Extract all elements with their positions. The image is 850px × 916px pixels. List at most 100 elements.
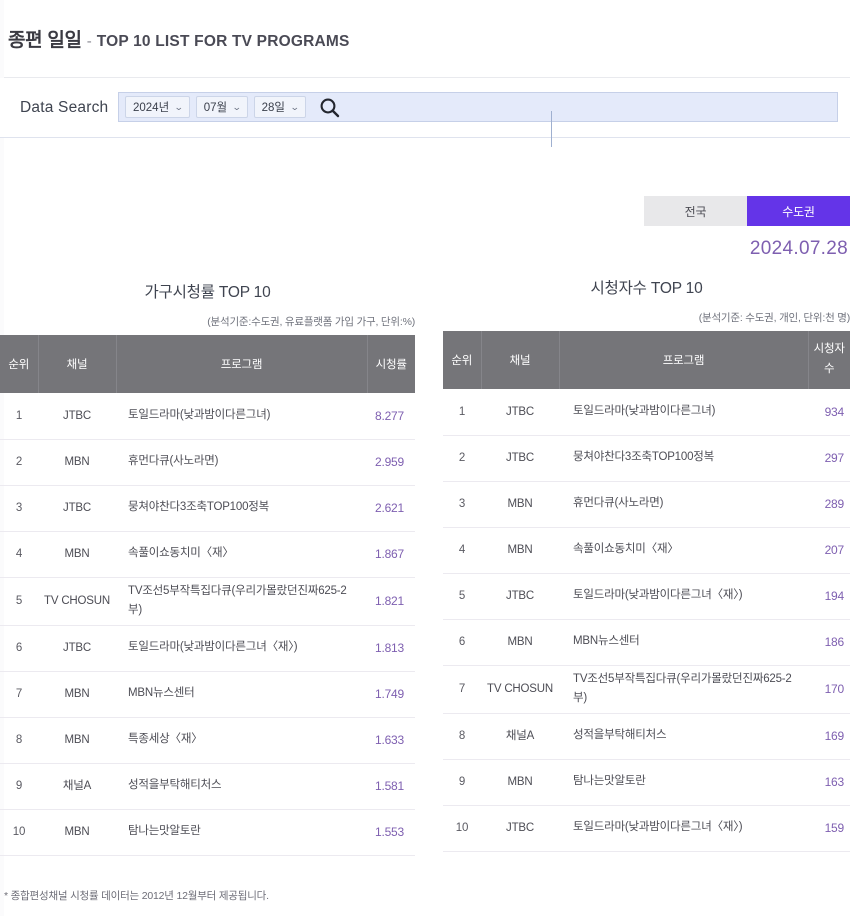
table-row[interactable]: 2 JTBC 뭉쳐야찬다3조축TOP100정복 297 [443, 435, 850, 482]
cell-channel: JTBC [481, 805, 559, 852]
cell-rank: 7 [0, 671, 38, 718]
cell-program: 속풀이쇼동치미〈재〉 [559, 527, 808, 574]
table-header-row: 순위 채널 프로그램 시청자 수 [443, 331, 850, 389]
cell-channel: JTBC [38, 625, 116, 672]
viewers-count-table-section: 시청자수 TOP 10 (분석기준: 수도권, 개인, 단위:천 명) 순위 채… [425, 276, 850, 856]
cell-rank: 6 [0, 625, 38, 672]
column-header-channel: 채널 [38, 335, 117, 393]
page-title: 종편 일일 - TOP 10 LIST FOR TV PROGRAMS [8, 25, 350, 52]
table-row[interactable]: 8 채널A 성적을부탁해티처스 169 [443, 713, 850, 760]
cell-program: 토일드라마(낮과밤이다른그녀) [559, 389, 808, 436]
cell-channel: JTBC [481, 573, 559, 620]
cell-rank: 3 [0, 485, 38, 532]
table-row[interactable]: 1 JTBC 토일드라마(낮과밤이다른그녀) 934 [443, 389, 850, 436]
column-header-program: 프로그램 [559, 331, 809, 389]
page-header: 종편 일일 - TOP 10 LIST FOR TV PROGRAMS [0, 0, 850, 78]
chevron-down-icon: ⌄ [289, 101, 300, 112]
cell-channel: JTBC [481, 389, 559, 436]
cell-program: 휴먼다큐(사노라면) [559, 481, 808, 528]
cell-rank: 3 [443, 481, 481, 528]
table-row[interactable]: 6 MBN MBN뉴스센터 186 [443, 619, 850, 666]
cell-channel: TV CHOSUN [481, 665, 559, 714]
cell-program: 뭉쳐야찬다3조축TOP100정복 [559, 435, 808, 482]
cell-value: 2.959 [367, 439, 415, 486]
table-row[interactable]: 4 MBN 속풀이쇼동치미〈재〉 207 [443, 527, 850, 574]
cell-value: 1.813 [367, 625, 415, 672]
cell-rank: 5 [443, 573, 481, 620]
viewers-count-title: 시청자수 TOP 10 [590, 280, 703, 297]
column-header-viewers: 시청자 수 [808, 331, 850, 389]
cell-value: 297 [808, 435, 850, 482]
table-row[interactable]: 1 JTBC 토일드라마(낮과밤이다른그녀) 8.277 [0, 393, 415, 440]
cell-program: 휴먼다큐(사노라면) [116, 439, 367, 486]
search-field-divider [551, 111, 552, 147]
page-title-dash: - [86, 33, 92, 50]
cell-rank: 8 [443, 713, 481, 760]
cell-channel: MBN [38, 671, 116, 718]
cell-value: 934 [808, 389, 850, 436]
cell-rank: 10 [443, 805, 481, 852]
cell-channel: MBN [481, 619, 559, 666]
table-head: 순위 채널 프로그램 시청자 수 [443, 331, 850, 389]
column-header-rating: 시청률 [367, 335, 415, 393]
cell-program: 탐나는맛알토란 [116, 809, 367, 856]
cell-rank: 6 [443, 619, 481, 666]
table-row[interactable]: 10 MBN 탐나는맛알토란 1.553 [0, 809, 415, 856]
cell-channel: TV CHOSUN [38, 577, 116, 626]
cell-value: 1.867 [367, 531, 415, 578]
cell-channel: 채널A [481, 713, 559, 760]
household-rating-table-body: 1 JTBC 토일드라마(낮과밤이다른그녀) 8.277 2 MBN 휴먼다큐(… [0, 393, 415, 856]
cell-program: 특종세상〈재〉 [116, 717, 367, 764]
cell-value: 1.581 [367, 763, 415, 810]
cell-channel: MBN [481, 481, 559, 528]
cell-rank: 9 [443, 759, 481, 806]
column-header-rank: 순위 [0, 335, 39, 393]
tables-container: 가구시청률 TOP 10 (분석기준:수도권, 유료플랫폼 가입 가구, 단위:… [0, 276, 850, 856]
cell-program: 성적을부탁해티처스 [116, 763, 367, 810]
viewers-count-subtitle: (분석기준: 수도권, 개인, 단위:천 명) [698, 312, 850, 324]
cell-value: 1.821 [367, 577, 415, 626]
table-row[interactable]: 2 MBN 휴먼다큐(사노라면) 2.959 [0, 439, 415, 486]
table-row[interactable]: 5 JTBC 토일드라마(낮과밤이다른그녀〈재〉) 194 [443, 573, 850, 620]
column-header-program: 프로그램 [116, 335, 368, 393]
region-toggle-metro[interactable]: 수도권 [747, 196, 850, 226]
table-row[interactable]: 9 MBN 탐나는맛알토란 163 [443, 759, 850, 806]
cell-program: MBN뉴스센터 [559, 619, 808, 666]
page-root: 종편 일일 - TOP 10 LIST FOR TV PROGRAMS Data… [0, 0, 850, 916]
cell-rank: 5 [0, 577, 38, 626]
table-row[interactable]: 7 TV CHOSUN TV조선5부작특집다큐(우리가몰랐던진짜625-2부) … [443, 665, 850, 714]
table-row[interactable]: 9 채널A 성적을부탁해티처스 1.581 [0, 763, 415, 810]
table-row[interactable]: 8 MBN 특종세상〈재〉 1.633 [0, 717, 415, 764]
year-select[interactable]: 2024년 ⌄ [125, 96, 190, 118]
cell-value: 159 [808, 805, 850, 852]
search-icon[interactable] [319, 97, 340, 118]
cell-value: 1.749 [367, 671, 415, 718]
table-row[interactable]: 5 TV CHOSUN TV조선5부작특집다큐(우리가몰랐던진짜625-2부) … [0, 577, 415, 626]
day-select[interactable]: 28일 ⌄ [253, 96, 306, 118]
cell-program: 토일드라마(낮과밤이다른그녀) [116, 393, 367, 440]
cell-channel: 채널A [38, 763, 116, 810]
cell-program: 토일드라마(낮과밤이다른그녀〈재〉) [116, 625, 367, 672]
cell-channel: MBN [481, 759, 559, 806]
table-row[interactable]: 3 MBN 휴먼다큐(사노라면) 289 [443, 481, 850, 528]
table-row[interactable]: 3 JTBC 뭉쳐야찬다3조축TOP100정복 2.621 [0, 485, 415, 532]
chevron-down-icon: ⌄ [174, 101, 184, 112]
cell-value: 194 [808, 573, 850, 620]
viewers-count-table-body: 1 JTBC 토일드라마(낮과밤이다른그녀) 934 2 JTBC 뭉쳐야찬다3… [443, 389, 850, 852]
year-select-value: 2024년 [133, 102, 170, 114]
month-select[interactable]: 07월 ⌄ [195, 96, 248, 118]
cell-value: 163 [808, 759, 850, 806]
cell-rank: 1 [443, 389, 481, 436]
table-row[interactable]: 7 MBN MBN뉴스센터 1.749 [0, 671, 415, 718]
cell-value: 1.633 [367, 717, 415, 764]
cell-rank: 9 [0, 763, 38, 810]
table-row[interactable]: 4 MBN 속풀이쇼동치미〈재〉 1.867 [0, 531, 415, 578]
region-toggle-nationwide[interactable]: 전국 [644, 196, 747, 226]
cell-rank: 10 [0, 809, 38, 856]
cell-rank: 7 [443, 665, 481, 714]
table-row[interactable]: 6 JTBC 토일드라마(낮과밤이다른그녀〈재〉) 1.813 [0, 625, 415, 672]
cell-program: 탐나는맛알토란 [559, 759, 808, 806]
search-field-container[interactable]: 2024년 ⌄ 07월 ⌄ 28일 ⌄ [118, 92, 838, 122]
table-row[interactable]: 10 JTBC 토일드라마(낮과밤이다른그녀〈재〉) 159 [443, 805, 850, 852]
cell-value: 170 [808, 665, 850, 714]
